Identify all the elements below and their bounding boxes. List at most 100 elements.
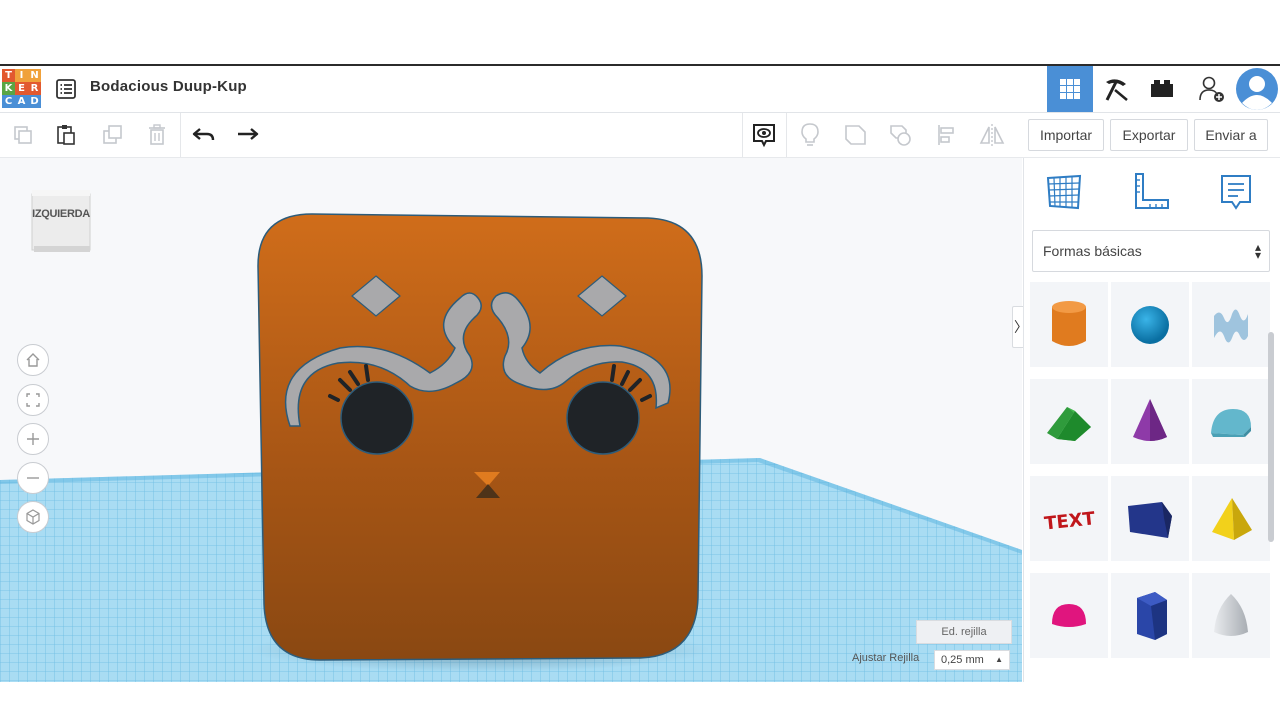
notes-tool-button[interactable] bbox=[749, 120, 779, 150]
zoom-out-button[interactable] bbox=[17, 462, 49, 494]
shape-half-sphere[interactable] bbox=[1030, 573, 1108, 658]
copy-button[interactable] bbox=[8, 120, 38, 150]
view-cube-label: IZQUIERDA bbox=[32, 208, 90, 220]
design-menu-icon[interactable] bbox=[55, 78, 77, 100]
paraboloid-icon bbox=[1214, 593, 1248, 636]
scribble-icon bbox=[1214, 308, 1248, 343]
edit-grid-button[interactable]: Ed. rejilla bbox=[916, 620, 1012, 644]
delete-button[interactable] bbox=[142, 120, 172, 150]
zoom-in-button[interactable] bbox=[17, 423, 49, 455]
shape-text[interactable]: TEXT bbox=[1030, 476, 1108, 561]
pyramid-icon bbox=[1212, 497, 1252, 540]
logo-letter: K bbox=[2, 82, 15, 95]
paste-button[interactable] bbox=[51, 120, 81, 150]
edit-toolbar: Importar Exportar Enviar a bbox=[0, 113, 1280, 158]
box-wedge-icon bbox=[1128, 501, 1172, 538]
show-all-button[interactable] bbox=[795, 120, 825, 150]
mirror-icon bbox=[979, 124, 1005, 146]
cylinder-icon bbox=[1052, 300, 1086, 346]
redo-icon bbox=[238, 128, 259, 140]
tinkercad-app: TINKERCAD Bodacious Duup-Kup Importar Ex… bbox=[0, 66, 1280, 682]
blocks-view-button[interactable] bbox=[1093, 66, 1139, 112]
fit-view-button[interactable] bbox=[17, 384, 49, 416]
home-view-button[interactable] bbox=[17, 344, 49, 376]
roof-icon bbox=[1047, 406, 1091, 441]
view-cube[interactable]: IZQUIERDA bbox=[30, 188, 92, 252]
align-button[interactable] bbox=[932, 120, 962, 150]
bricks-view-button[interactable] bbox=[1139, 66, 1185, 112]
shape-cylinder[interactable] bbox=[1030, 282, 1108, 367]
import-button[interactable]: Importar bbox=[1028, 119, 1104, 151]
workplane-scene[interactable] bbox=[0, 158, 1022, 682]
duplicate-button[interactable] bbox=[98, 120, 128, 150]
perspective-button[interactable] bbox=[17, 501, 49, 533]
snap-grid-value: 0,25 mm bbox=[941, 654, 984, 666]
minus-icon bbox=[27, 477, 39, 479]
shape-round-roof[interactable] bbox=[1192, 379, 1270, 464]
add-user-icon bbox=[1199, 76, 1224, 102]
text-shape-icon: TEXT bbox=[1043, 508, 1096, 534]
trash-icon bbox=[149, 124, 165, 145]
face-cube-model[interactable] bbox=[257, 213, 703, 661]
ungroup-button[interactable] bbox=[886, 120, 916, 150]
invite-user-button[interactable] bbox=[1189, 66, 1235, 112]
logo-letter: N bbox=[28, 69, 41, 82]
snap-grid-select[interactable]: 0,25 mm ▲ bbox=[934, 650, 1010, 670]
shape-cone[interactable] bbox=[1111, 379, 1189, 464]
undo-icon bbox=[192, 128, 215, 141]
3d-workplane-viewport[interactable]: IZQUIERDA Ed. rejilla Ajustar Rejilla 0,… bbox=[0, 158, 1022, 682]
undo-button[interactable] bbox=[189, 120, 219, 150]
ruler-icon bbox=[1135, 173, 1169, 209]
logo-letter: T bbox=[2, 69, 15, 82]
shape-box-wedge[interactable] bbox=[1111, 476, 1189, 561]
pickaxe-icon bbox=[1105, 79, 1128, 101]
export-button[interactable]: Exportar bbox=[1110, 119, 1188, 151]
shape-library-value: Formas básicas bbox=[1043, 243, 1142, 259]
toolbar-separator bbox=[742, 113, 743, 157]
shape-text-label: TEXT bbox=[1043, 508, 1096, 534]
mirror-button[interactable] bbox=[977, 120, 1007, 150]
brick-icon bbox=[1151, 80, 1173, 97]
logo-letter: D bbox=[28, 95, 41, 108]
user-avatar[interactable] bbox=[1234, 66, 1280, 112]
shape-pyramid[interactable] bbox=[1192, 476, 1270, 561]
logo-letter: I bbox=[15, 69, 28, 82]
3d-design-view-button[interactable] bbox=[1047, 66, 1093, 112]
shape-paraboloid[interactable] bbox=[1192, 573, 1270, 658]
workplane-icon bbox=[1046, 174, 1082, 210]
ungroup-icon bbox=[890, 125, 911, 146]
grid-icon bbox=[1060, 79, 1080, 99]
notes-panel-button[interactable] bbox=[1214, 170, 1258, 214]
select-arrows-icon: ▴ ▾ bbox=[1254, 240, 1261, 262]
group-icon bbox=[845, 125, 866, 145]
shape-scribble[interactable] bbox=[1192, 282, 1270, 367]
caret-up-icon: ▲ bbox=[995, 655, 1003, 664]
shape-roof[interactable] bbox=[1030, 379, 1108, 464]
polygon-icon bbox=[1137, 591, 1167, 640]
toolbar-separator bbox=[786, 113, 787, 157]
logo-letter: E bbox=[15, 82, 28, 95]
ruler-tool-button[interactable] bbox=[1128, 170, 1172, 214]
half-sphere-icon bbox=[1052, 603, 1086, 627]
plus-icon bbox=[27, 433, 39, 445]
shapes-scrollbar[interactable] bbox=[1268, 332, 1274, 542]
redo-button[interactable] bbox=[232, 120, 262, 150]
workplane-tool-button[interactable] bbox=[1042, 170, 1086, 214]
note-bubble-icon bbox=[1221, 175, 1251, 210]
shapes-panel: Formas básicas ▴ ▾ TEXT bbox=[1023, 158, 1280, 682]
logo-letter: R bbox=[28, 82, 41, 95]
speech-eye-icon bbox=[753, 124, 775, 148]
tinkercad-logo[interactable]: TINKERCAD bbox=[2, 69, 42, 109]
cone-icon bbox=[1133, 398, 1167, 441]
shape-polygon[interactable] bbox=[1111, 573, 1189, 658]
logo-letter: C bbox=[2, 95, 15, 108]
send-to-button[interactable]: Enviar a bbox=[1194, 119, 1268, 151]
shape-library-select[interactable]: Formas básicas ▴ ▾ bbox=[1032, 230, 1270, 272]
sphere-icon bbox=[1131, 305, 1169, 344]
shape-sphere[interactable] bbox=[1111, 282, 1189, 367]
avatar-icon bbox=[1236, 68, 1278, 110]
fit-icon bbox=[26, 393, 40, 407]
home-icon bbox=[26, 353, 40, 367]
project-title[interactable]: Bodacious Duup-Kup bbox=[90, 78, 247, 95]
group-button[interactable] bbox=[841, 120, 871, 150]
